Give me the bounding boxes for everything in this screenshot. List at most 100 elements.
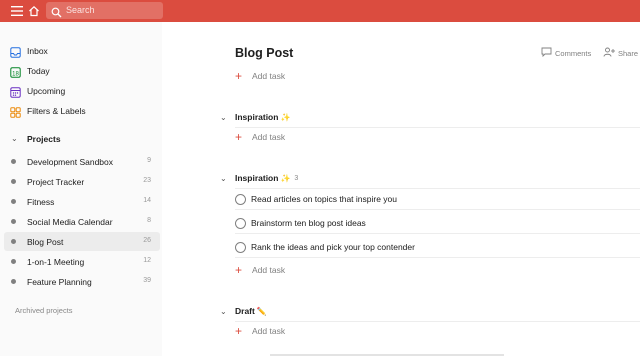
project-count: 23 [143, 177, 151, 184]
section-name: Inspiration [235, 112, 279, 122]
plus-icon: + [235, 324, 243, 338]
plus-icon: + [235, 130, 243, 144]
calendar-today-icon: 18 [10, 65, 21, 78]
task-checkbox[interactable] [235, 193, 246, 205]
sidebar-item-today[interactable]: 18 Today [0, 61, 162, 81]
plus-icon: + [235, 263, 243, 277]
sidebar-item-upcoming[interactable]: Upcoming [0, 81, 162, 101]
sidebar-item-label: Inbox [27, 46, 48, 56]
section-divider [235, 127, 640, 128]
project-color-dot [11, 159, 16, 164]
project-color-dot [11, 219, 16, 224]
chevron-down-icon[interactable]: ⌄ [220, 307, 235, 316]
section-header[interactable]: ⌄ Draft ✏️ [220, 304, 267, 318]
section-divider [235, 321, 640, 322]
project-label: Project Tracker [27, 177, 85, 187]
sidebar-item-inbox[interactable]: Inbox [0, 41, 162, 61]
search-input[interactable]: Search [46, 2, 163, 19]
search-placeholder: Search [66, 5, 95, 15]
sidebar-item-project[interactable]: Fitness 14 [4, 192, 160, 211]
comments-label: Comments [555, 48, 592, 58]
sidebar-item-label: Filters & Labels [27, 106, 86, 116]
section-count: 3 [294, 174, 299, 182]
project-color-dot [11, 259, 16, 264]
project-count: 9 [147, 157, 151, 164]
sidebar-item-project[interactable]: Social Media Calendar 8 [4, 212, 160, 231]
home-icon[interactable] [26, 3, 42, 19]
project-label: Development Sandbox [27, 157, 114, 167]
task-divider [235, 257, 640, 258]
sidebar-item-label: Today [27, 66, 50, 76]
search-icon [51, 5, 62, 23]
project-count: 39 [143, 277, 151, 284]
section-header[interactable]: ⌄ Inspiration ✨ 3 [220, 171, 298, 185]
main-content: Blog Post Comments Share + Add task ⌄ In… [162, 22, 640, 356]
project-label: 1-on-1 Meeting [27, 257, 85, 267]
section-header[interactable]: ⌄ Inspiration ✨ [220, 110, 290, 124]
sparkles-icon: ✨ [280, 173, 291, 183]
share-label: Share [618, 48, 639, 58]
sidebar-item-project[interactable]: Development Sandbox 9 [4, 152, 160, 171]
projects-header[interactable]: ⌄ Projects [0, 129, 162, 149]
comment-icon [541, 47, 552, 59]
add-task-button[interactable]: + Add task [235, 69, 285, 83]
add-task-label: Add task [252, 71, 286, 81]
project-label: Feature Planning [27, 277, 92, 287]
task-item[interactable]: Brainstorm ten blog post ideas [235, 215, 366, 231]
task-checkbox[interactable] [235, 241, 246, 253]
sparkles-icon: ✨ [280, 112, 291, 122]
add-task-button[interactable]: + Add task [235, 263, 285, 277]
project-color-dot [11, 199, 16, 204]
inbox-icon [10, 45, 21, 58]
filters-icon [10, 105, 21, 118]
project-label: Social Media Calendar [27, 217, 113, 227]
sidebar-item-filters-labels[interactable]: Filters & Labels [0, 101, 162, 121]
comments-button[interactable]: Comments [541, 47, 591, 59]
task-label: Rank the ideas and pick your top contend… [251, 242, 415, 252]
section-divider [235, 188, 640, 189]
page-title: Blog Post [235, 46, 294, 60]
project-color-dot [11, 239, 16, 244]
project-color-dot [11, 279, 16, 284]
project-color-dot [11, 179, 16, 184]
top-bar: Search [0, 0, 640, 22]
plus-icon: + [235, 69, 243, 83]
task-label: Brainstorm ten blog post ideas [251, 218, 366, 228]
add-person-icon [603, 47, 615, 59]
sidebar-item-project[interactable]: Feature Planning 39 [4, 272, 160, 291]
project-count: 14 [143, 197, 151, 204]
projects-header-label: Projects [27, 134, 61, 144]
sidebar-item-project[interactable]: Project Tracker 23 [4, 172, 160, 191]
add-task-label: Add task [252, 132, 286, 142]
add-task-button[interactable]: + Add task [235, 324, 285, 338]
project-label: Blog Post [27, 237, 64, 247]
add-task-button[interactable]: + Add task [235, 130, 285, 144]
svg-text:18: 18 [12, 71, 19, 77]
archived-projects-link[interactable]: Archived projects [15, 306, 73, 315]
task-divider [235, 233, 640, 234]
chevron-down-icon[interactable]: ⌄ [11, 134, 18, 143]
share-button[interactable]: Share [603, 47, 638, 59]
project-label: Fitness [27, 197, 55, 207]
task-item[interactable]: Read articles on topics that inspire you [235, 191, 397, 207]
sidebar-item-project-active[interactable]: Blog Post 26 [4, 232, 160, 251]
add-task-label: Add task [252, 326, 286, 336]
menu-icon[interactable] [9, 3, 25, 19]
section-name: Inspiration [235, 173, 279, 183]
sidebar: Inbox 18 Today Upcoming Filters & Labels… [0, 22, 162, 356]
task-checkbox[interactable] [235, 217, 246, 229]
task-item[interactable]: Rank the ideas and pick your top contend… [235, 239, 415, 255]
section-name: Draft [235, 306, 255, 316]
project-count: 8 [147, 217, 151, 224]
task-label: Read articles on topics that inspire you [251, 194, 397, 204]
add-task-label: Add task [252, 265, 286, 275]
calendar-upcoming-icon [10, 85, 21, 98]
chevron-down-icon[interactable]: ⌄ [220, 174, 235, 183]
sidebar-item-label: Upcoming [27, 86, 66, 96]
sidebar-item-project[interactable]: 1-on-1 Meeting 12 [4, 252, 160, 271]
pencil-icon: ✏️ [256, 306, 267, 316]
chevron-down-icon[interactable]: ⌄ [220, 113, 235, 122]
project-count: 26 [143, 237, 151, 244]
project-count: 12 [143, 257, 151, 264]
task-divider [235, 209, 640, 210]
